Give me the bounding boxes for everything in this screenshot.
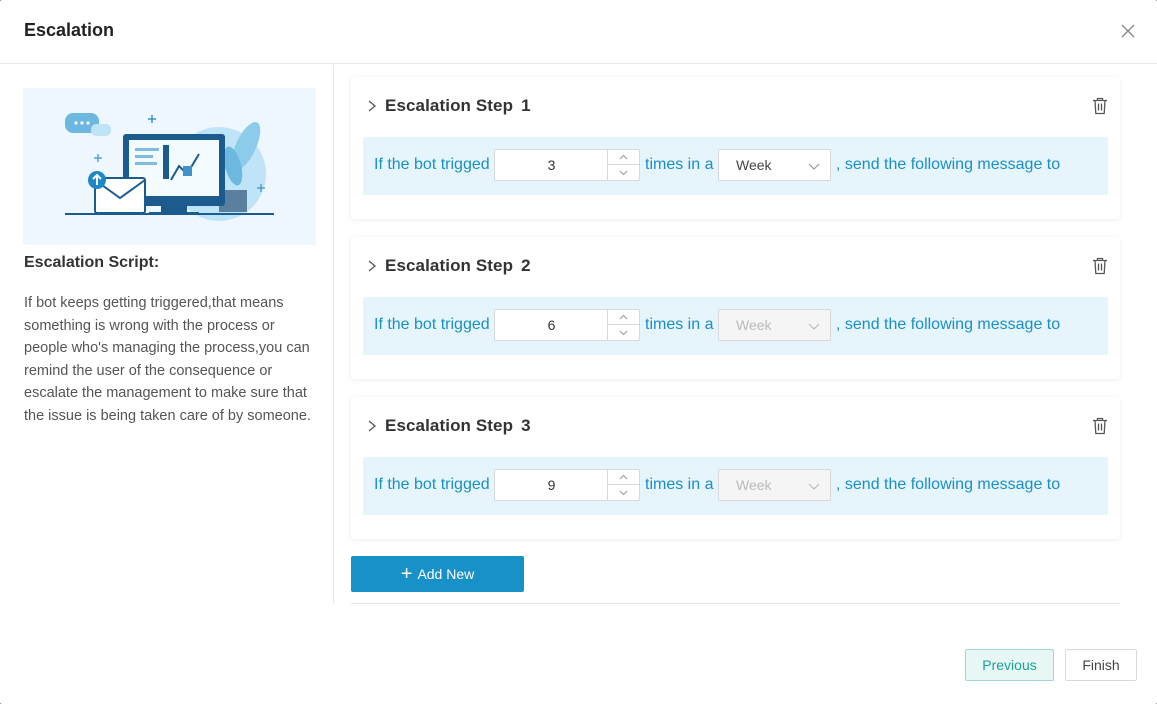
close-button[interactable]: [1119, 22, 1137, 40]
step-number: 3: [521, 416, 531, 435]
computer-illustration-icon: [23, 88, 316, 245]
add-new-button[interactable]: + Add New: [351, 556, 524, 592]
delete-step-button[interactable]: [1092, 257, 1108, 275]
step-condition-row: If the bot trigged 9 times in a Week , s…: [363, 457, 1108, 515]
trash-icon: [1093, 417, 1107, 435]
chevron-right-icon[interactable]: [365, 259, 379, 273]
step-title: Escalation Step: [385, 416, 514, 435]
trigger-count-value[interactable]: 6: [495, 317, 608, 333]
left-info-panel: Escalation Script: If bot keeps getting …: [0, 65, 334, 604]
increment-button[interactable]: [608, 470, 639, 485]
escalation-modal: Escalation Escalation Script: If bot kee…: [0, 0, 1157, 704]
chevron-up-icon: [619, 314, 628, 320]
escalation-step-card: Escalation Step 3 If the bot trigged 9 t…: [351, 397, 1120, 539]
divider: [351, 603, 1120, 604]
chevron-down-icon: [619, 170, 628, 176]
step-number: 2: [521, 256, 531, 275]
chevron-down-icon: [808, 483, 820, 490]
chevron-up-icon: [619, 154, 628, 160]
chevron-down-icon: [619, 490, 628, 496]
condition-suffix: , send the following message to: [836, 156, 1061, 173]
increment-button[interactable]: [608, 150, 639, 165]
step-condition-row: If the bot trigged 6 times in a Week , s…: [363, 297, 1108, 355]
period-select: Week: [718, 469, 831, 501]
delete-step-button[interactable]: [1092, 417, 1108, 435]
script-title: Escalation Script:: [24, 254, 160, 271]
step-header[interactable]: Escalation Step 3: [365, 416, 531, 436]
condition-suffix: , send the following message to: [836, 476, 1061, 493]
trash-icon: [1093, 257, 1107, 275]
trigger-count-input[interactable]: 9: [494, 469, 640, 501]
condition-middle: times in a: [645, 156, 714, 173]
trigger-count-value[interactable]: 9: [495, 477, 608, 493]
number-spinner: [607, 470, 639, 500]
step-title: Escalation Step: [385, 96, 514, 115]
step-title: Escalation Step: [385, 256, 514, 275]
plus-icon: +: [400, 563, 413, 585]
decrement-button[interactable]: [608, 325, 639, 340]
step-number: 1: [521, 96, 531, 115]
trigger-count-input[interactable]: 3: [494, 149, 640, 181]
chevron-right-icon[interactable]: [365, 419, 379, 433]
decrement-button[interactable]: [608, 485, 639, 500]
escalation-steps-panel: Escalation Step 1 If the bot trigged 3 t…: [334, 65, 1157, 625]
add-new-label: Add New: [417, 566, 475, 582]
chevron-up-icon: [619, 474, 628, 480]
condition-prefix: If the bot trigged: [374, 476, 490, 493]
period-value: Week: [736, 477, 772, 493]
modal-header: Escalation: [0, 0, 1157, 64]
condition-prefix: If the bot trigged: [374, 156, 490, 173]
finish-button[interactable]: Finish: [1065, 649, 1137, 681]
increment-button[interactable]: [608, 310, 639, 325]
number-spinner: [607, 310, 639, 340]
number-spinner: [607, 150, 639, 180]
condition-suffix: , send the following message to: [836, 316, 1061, 333]
close-icon: [1121, 24, 1135, 38]
period-value: Week: [736, 157, 772, 173]
script-description: If bot keeps getting triggered,that mean…: [24, 295, 311, 424]
trash-icon: [1093, 97, 1107, 115]
delete-step-button[interactable]: [1092, 97, 1108, 115]
step-header[interactable]: Escalation Step 1: [365, 96, 531, 116]
chevron-down-icon: [619, 330, 628, 336]
chevron-down-icon: [808, 323, 820, 330]
step-header[interactable]: Escalation Step 2: [365, 256, 531, 276]
period-value: Week: [736, 317, 772, 333]
step-condition-row: If the bot trigged 3 times in a Week , s…: [363, 137, 1108, 195]
modal-title: Escalation: [24, 20, 115, 40]
condition-middle: times in a: [645, 316, 714, 333]
decrement-button[interactable]: [608, 165, 639, 180]
period-select[interactable]: Week: [718, 149, 831, 181]
chevron-down-icon: [808, 163, 820, 170]
escalation-step-card: Escalation Step 2 If the bot trigged 6 t…: [351, 237, 1120, 379]
escalation-illustration: [23, 88, 316, 245]
escalation-step-card: Escalation Step 1 If the bot trigged 3 t…: [351, 77, 1120, 219]
trigger-count-value[interactable]: 3: [495, 157, 608, 173]
previous-button[interactable]: Previous: [965, 649, 1054, 681]
chevron-right-icon[interactable]: [365, 99, 379, 113]
trigger-count-input[interactable]: 6: [494, 309, 640, 341]
condition-prefix: If the bot trigged: [374, 316, 490, 333]
condition-middle: times in a: [645, 476, 714, 493]
period-select: Week: [718, 309, 831, 341]
